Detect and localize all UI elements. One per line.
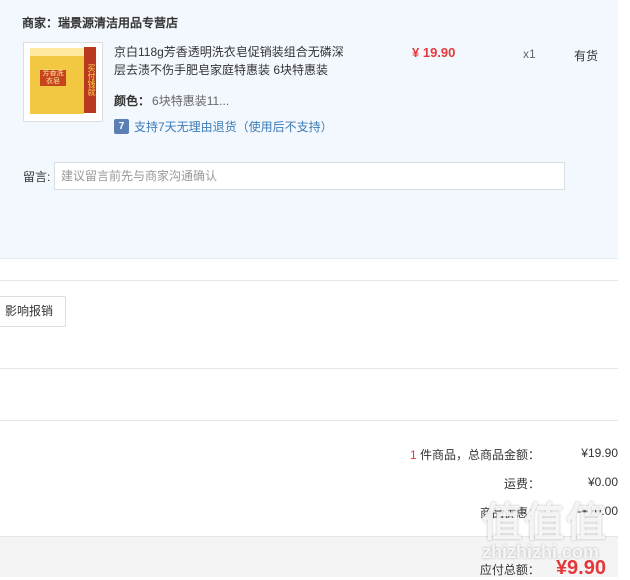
- product-image-label: 芳香洗衣皂: [40, 70, 66, 86]
- product-thumbnail[interactable]: 芳香洗衣皂 买付钱就: [23, 42, 103, 122]
- remark-input[interactable]: [54, 162, 565, 190]
- order-item-panel: 商家：瑞景源清洁用品专营店 芳香洗衣皂 买付钱就 京白118g芳香透明洗衣皂促销…: [0, 0, 618, 259]
- shipping-label: 运费：: [503, 477, 540, 491]
- total-value: ¥9.90: [555, 557, 606, 579]
- product-title-link[interactable]: 京白118g芳香透明洗衣皂促销装组合无磷深层去渍不伤手肥皂家庭特惠装 6块特惠装: [114, 43, 354, 79]
- seven-day-return-icon: 7: [114, 119, 129, 134]
- divider: [0, 280, 618, 281]
- item-count: 1: [409, 448, 417, 462]
- discount-row: 商品优惠： -¥10.00: [280, 504, 618, 521]
- product-color: 颜色： 6块特惠装11...: [114, 92, 229, 109]
- product-quantity: x1: [523, 47, 536, 61]
- reimbursement-button[interactable]: 影响报销: [0, 296, 67, 327]
- product-box-image: 芳香洗衣皂: [30, 48, 84, 114]
- color-label: 颜色：: [114, 94, 151, 108]
- total-label: 应付总额：: [479, 563, 540, 577]
- divider: [0, 368, 618, 369]
- product-image-band: 买付钱就: [84, 47, 96, 113]
- shipping-row: 运费： ¥0.00: [280, 475, 618, 492]
- divider: [0, 420, 618, 421]
- stock-status: 有货: [574, 49, 599, 63]
- remark-label: 留言:: [23, 170, 51, 184]
- goods-total-row: 1 件商品，总商品金额： ¥19.90: [409, 446, 618, 462]
- shop-name[interactable]: 商家：瑞景源清洁用品专营店: [22, 14, 178, 31]
- product-price: ¥ 19.90: [412, 45, 456, 60]
- return-policy-text: 支持7天无理由退货（使用后不支持）: [134, 120, 333, 134]
- discount-label: 商品优惠：: [479, 506, 540, 520]
- return-policy[interactable]: 7 支持7天无理由退货（使用后不支持）: [114, 118, 333, 135]
- color-value: 6块特惠装11...: [152, 94, 230, 108]
- total-bar: 应付总额： ¥9.90: [0, 536, 618, 579]
- goods-total-value: ¥19.90: [581, 446, 618, 460]
- shipping-value: ¥0.00: [587, 475, 618, 489]
- discount-value: -¥10.00: [577, 504, 618, 518]
